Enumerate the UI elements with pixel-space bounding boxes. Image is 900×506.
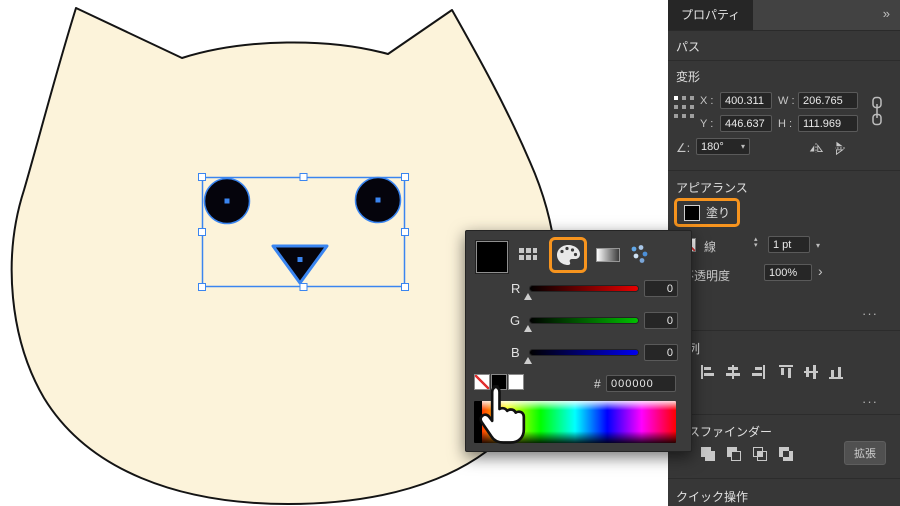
stroke-weight-stepper[interactable]: ▴ ▾: [754, 236, 758, 249]
stepper-down-icon: ▾: [754, 242, 758, 249]
transform-section-title: 変形: [676, 70, 701, 84]
gradient-thumbnail: [596, 248, 620, 262]
channel-b-label: B: [511, 345, 520, 360]
color-mixer-highlight-box: [549, 237, 587, 273]
align-vertical-center-icon[interactable]: [803, 364, 819, 380]
x-label: X :: [700, 95, 714, 107]
color-mixer-palette-icon[interactable]: [555, 243, 581, 267]
handle-bottom-left[interactable]: [198, 283, 206, 291]
divider: [668, 414, 900, 415]
rotation-select[interactable]: 180° ▾: [696, 138, 750, 155]
rotation-value: 180°: [701, 140, 724, 153]
handle-top-left[interactable]: [198, 173, 206, 181]
illustrator-window: プロパティ » パス 変形 X : W : Y : H : ∠: 180° ▾: [0, 0, 900, 506]
x-input[interactable]: [720, 92, 772, 109]
y-label: Y :: [700, 118, 714, 130]
tab-properties[interactable]: プロパティ: [668, 0, 754, 30]
appearance-section-title: アピアランス: [676, 181, 748, 195]
channel-r-value-input[interactable]: [644, 280, 678, 297]
hand-cursor: [479, 385, 526, 444]
chevron-down-icon: ▾: [740, 142, 745, 151]
pathfinder-minus-front-icon[interactable]: [726, 446, 742, 462]
align-more-options-icon[interactable]: ···: [862, 394, 878, 409]
stroke-weight-dropdown-icon[interactable]: ▾: [816, 241, 820, 250]
h-input[interactable]: [798, 115, 858, 132]
pathfinder-intersect-icon[interactable]: [752, 446, 768, 462]
channel-b-slider-thumb[interactable]: [524, 357, 532, 364]
reference-point-locator-icon[interactable]: [674, 96, 694, 119]
handle-top-center[interactable]: [299, 173, 308, 181]
divider: [668, 60, 900, 61]
swatches-view-icon[interactable]: [518, 245, 538, 263]
handle-top-right[interactable]: [401, 173, 409, 181]
hex-label: #: [594, 377, 601, 391]
nose-center-handle[interactable]: [297, 257, 303, 262]
hex-value-input[interactable]: [606, 375, 676, 392]
left-eye-center-handle[interactable]: [224, 198, 230, 204]
channel-b-value-input[interactable]: [644, 344, 678, 361]
flip-horizontal-icon[interactable]: [808, 140, 824, 156]
angle-label: ∠:: [676, 141, 691, 155]
channel-g-value-input[interactable]: [644, 312, 678, 329]
opacity-options-icon[interactable]: ›: [818, 263, 823, 279]
channel-b-slider-track[interactable]: [530, 350, 638, 355]
w-input[interactable]: [798, 92, 858, 109]
handle-bottom-center[interactable]: [299, 283, 308, 291]
gradient-icon[interactable]: [596, 248, 620, 262]
align-left-icon[interactable]: [700, 364, 716, 380]
opacity-value: 100%: [769, 266, 798, 279]
right-eye-center-handle[interactable]: [375, 197, 381, 203]
handle-mid-left[interactable]: [198, 228, 206, 236]
handle-bottom-right[interactable]: [401, 283, 409, 291]
stroke-weight-input[interactable]: [768, 236, 810, 253]
pathfinder-unite-icon[interactable]: [700, 446, 716, 462]
channel-g-slider-track[interactable]: [530, 318, 638, 323]
divider: [668, 478, 900, 479]
current-color-swatch[interactable]: [476, 241, 508, 273]
fill-color-swatch[interactable]: [684, 205, 700, 221]
w-label: W :: [778, 95, 795, 107]
collapse-panel-icon[interactable]: »: [883, 6, 890, 21]
align-bottom-icon[interactable]: [828, 364, 844, 380]
stroke-label: 線: [704, 240, 717, 254]
channel-g-label: G: [510, 313, 521, 328]
properties-panel: プロパティ » パス 変形 X : W : Y : H : ∠: 180° ▾: [668, 0, 900, 506]
pathfinder-exclude-icon[interactable]: [778, 446, 794, 462]
channel-r-slider-track[interactable]: [530, 286, 638, 291]
swatch-libraries-icon[interactable]: [628, 243, 650, 265]
divider: [668, 170, 900, 171]
h-label: H :: [778, 118, 793, 130]
quick-actions-section-title: クイック操作: [676, 490, 749, 504]
fill-highlight-box: 塗り: [674, 198, 740, 227]
path-section-title: パス: [676, 40, 701, 54]
expand-button[interactable]: 拡張: [844, 441, 886, 465]
flip-vertical-icon[interactable]: [832, 140, 848, 156]
align-top-icon[interactable]: [778, 364, 794, 380]
channel-g-slider-thumb[interactable]: [524, 325, 532, 332]
channel-r-slider-thumb[interactable]: [524, 293, 532, 300]
align-right-icon[interactable]: [750, 364, 766, 380]
divider: [668, 330, 900, 331]
align-horizontal-center-icon[interactable]: [725, 364, 741, 380]
fill-label: 塗り: [706, 206, 731, 220]
appearance-more-options-icon[interactable]: ···: [862, 306, 878, 321]
panel-tab-bar: プロパティ »: [668, 0, 900, 31]
handle-mid-right[interactable]: [401, 228, 409, 236]
link-dimensions-icon[interactable]: [871, 96, 883, 126]
opacity-select[interactable]: 100%: [764, 264, 812, 281]
channel-r-label: R: [511, 281, 521, 296]
y-input[interactable]: [720, 115, 772, 132]
